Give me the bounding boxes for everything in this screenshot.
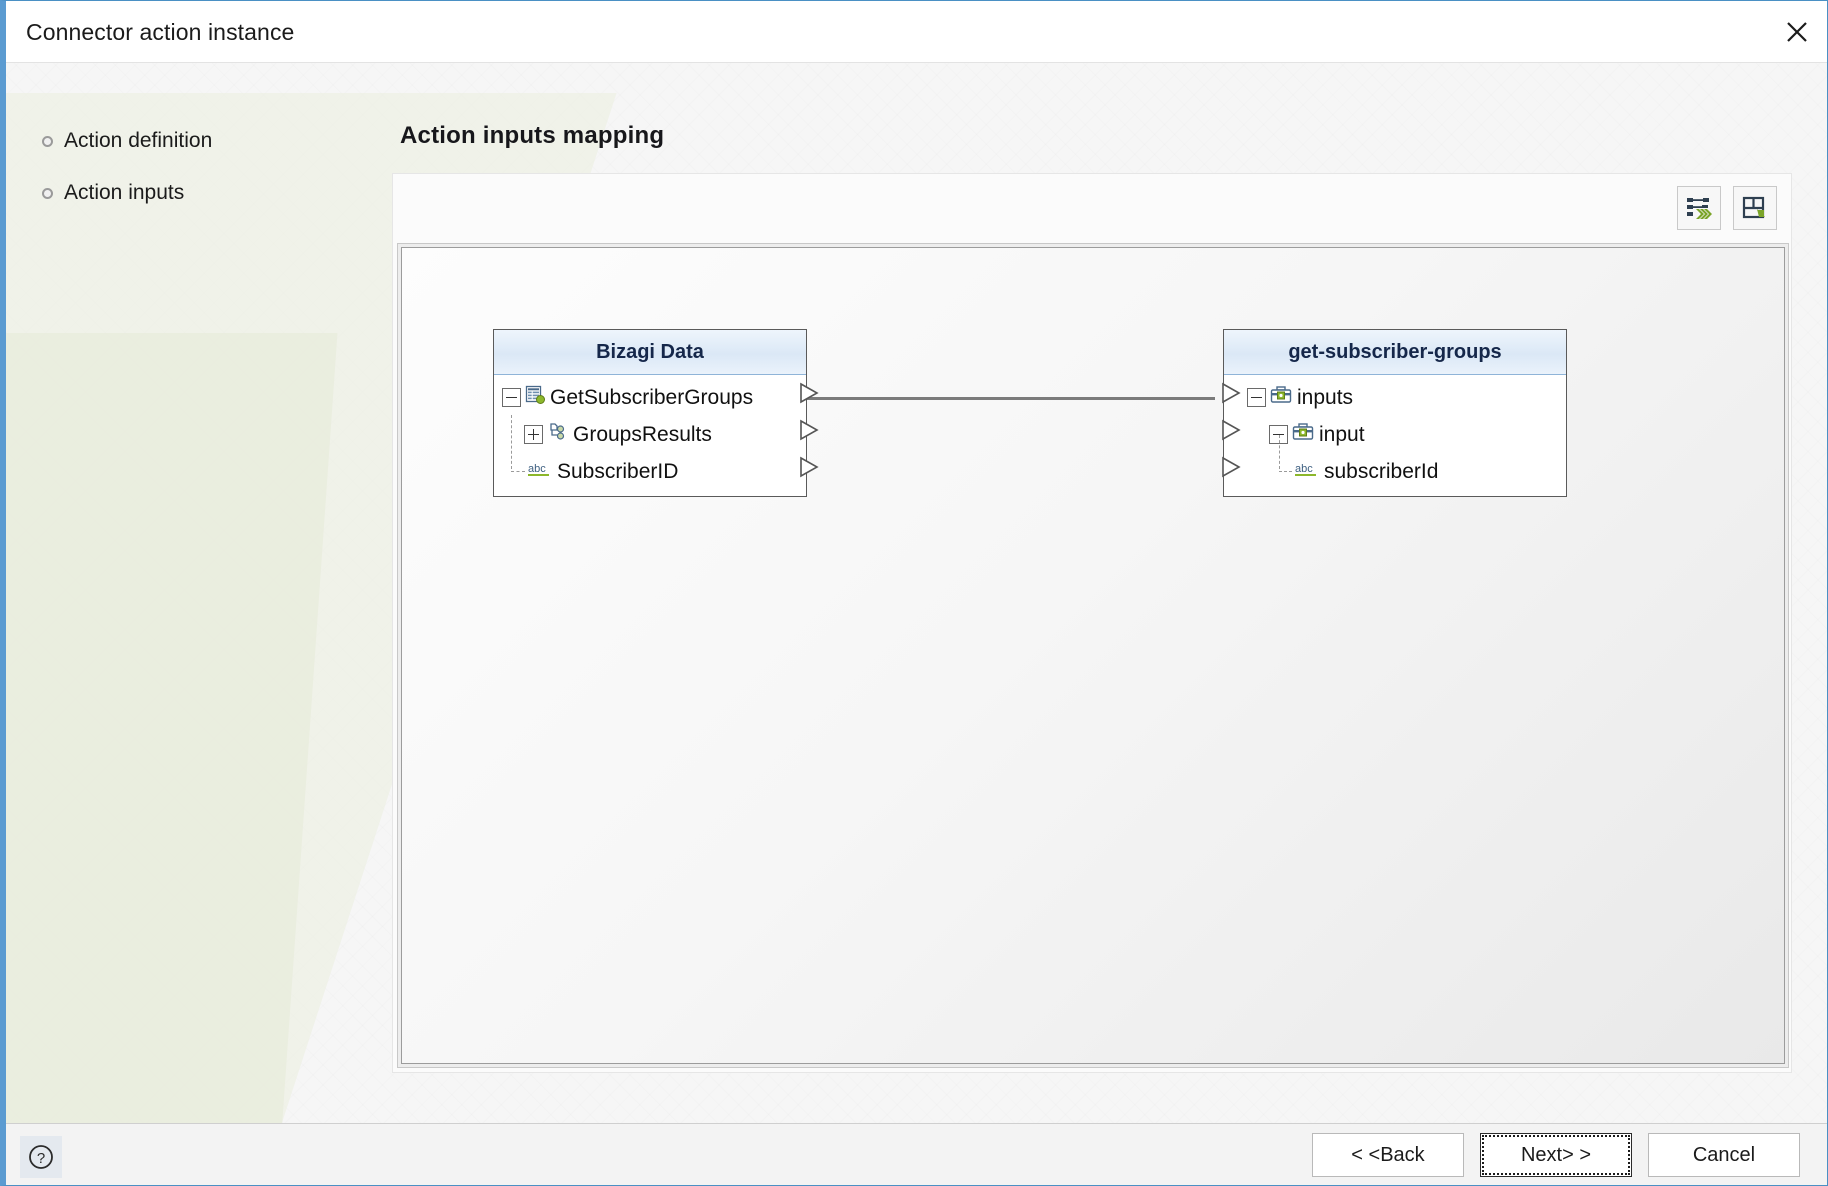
- next-button[interactable]: Next> >: [1480, 1133, 1632, 1177]
- abc-string-icon: abc: [527, 459, 553, 485]
- help-circle-icon[interactable]: ?: [20, 1136, 62, 1178]
- tree-row[interactable]: input: [1224, 416, 1566, 453]
- mapping-canvas-frame: Bizagi Data: [397, 243, 1789, 1068]
- tree-row[interactable]: GroupsResults: [494, 416, 806, 453]
- collection-icon: [545, 421, 569, 449]
- radio-bullet-icon: [42, 136, 53, 147]
- output-port-getsubscribergroups[interactable]: [799, 382, 819, 404]
- briefcase-icon: [1269, 384, 1293, 412]
- svg-text:abc: abc: [1295, 463, 1313, 475]
- tree-row[interactable]: inputs: [1224, 379, 1566, 416]
- source-tree: GetSubscriberGroups: [494, 375, 806, 496]
- tree-guide-line: [1279, 471, 1292, 472]
- entity-table-icon: [524, 384, 546, 412]
- tree-row[interactable]: GetSubscriberGroups: [494, 379, 806, 416]
- auto-map-icon: [1686, 196, 1712, 220]
- fit-layout-icon: [1742, 196, 1768, 220]
- page-title: Action inputs mapping: [400, 122, 664, 150]
- abc-string-icon: abc: [1294, 459, 1320, 485]
- source-mapping-box: Bizagi Data: [493, 329, 807, 497]
- fit-layout-button[interactable]: [1733, 186, 1777, 230]
- auto-map-button[interactable]: [1677, 186, 1721, 230]
- tree-guide-line: [511, 471, 525, 472]
- tree-row-label: input: [1315, 423, 1365, 447]
- sidebar-item-label: Action definition: [64, 129, 212, 153]
- tree-row[interactable]: abc SubscriberID: [494, 453, 806, 490]
- tree-row[interactable]: abc subscriberId: [1224, 453, 1566, 490]
- tree-row-label: GetSubscriberGroups: [546, 386, 753, 410]
- target-tree: inputs: [1224, 375, 1566, 496]
- cancel-button[interactable]: Cancel: [1648, 1133, 1800, 1177]
- mapping-toolbar: [1677, 186, 1777, 230]
- svg-text:?: ?: [37, 1150, 45, 1167]
- target-box-title: get-subscriber-groups: [1224, 330, 1566, 375]
- input-port-input[interactable]: [1221, 419, 1241, 441]
- output-port-subscriberid[interactable]: [799, 456, 819, 478]
- sidebar-item-label: Action inputs: [64, 181, 184, 205]
- output-port-groupsresults[interactable]: [799, 419, 819, 441]
- tree-row-label: GroupsResults: [569, 423, 712, 447]
- sidebar-item-action-inputs[interactable]: Action inputs: [42, 181, 184, 205]
- tree-row-label: subscriberId: [1320, 460, 1438, 484]
- expander-minus-icon[interactable]: [1247, 388, 1266, 407]
- radio-bullet-icon: [42, 188, 53, 199]
- mapping-canvas[interactable]: Bizagi Data: [401, 247, 1785, 1064]
- main-content: Action inputs mapping: [392, 63, 1822, 1125]
- expander-plus-icon[interactable]: [524, 425, 543, 444]
- sidebar-item-action-definition[interactable]: Action definition: [42, 129, 212, 153]
- wizard-step-sidebar: Action definition Action inputs: [6, 63, 384, 1125]
- back-button[interactable]: < <Back: [1312, 1133, 1464, 1177]
- tree-guide-line: [511, 415, 512, 469]
- tree-guide-line: [1279, 435, 1280, 469]
- target-mapping-box: get-subscriber-groups: [1223, 329, 1567, 497]
- source-box-title: Bizagi Data: [494, 330, 806, 375]
- input-port-subscriberid[interactable]: [1221, 456, 1241, 478]
- connector-action-instance-dialog: Connector action instance Action definit…: [0, 0, 1828, 1186]
- close-icon[interactable]: [1766, 1, 1828, 62]
- briefcase-icon: [1291, 421, 1315, 449]
- input-port-inputs[interactable]: [1221, 382, 1241, 404]
- dialog-titlebar: Connector action instance: [6, 1, 1828, 63]
- tree-row-label: SubscriberID: [553, 460, 678, 484]
- tree-row-label: inputs: [1293, 386, 1353, 410]
- svg-text:abc: abc: [528, 463, 546, 475]
- mapping-panel: Bizagi Data: [392, 173, 1792, 1073]
- dialog-footer: ? < <Back Next> > Cancel: [6, 1123, 1828, 1185]
- footer-button-group: < <Back Next> > Cancel: [1312, 1133, 1800, 1177]
- dialog-title: Connector action instance: [26, 19, 294, 46]
- mapping-connection[interactable]: [771, 397, 1215, 400]
- expander-minus-icon[interactable]: [502, 388, 521, 407]
